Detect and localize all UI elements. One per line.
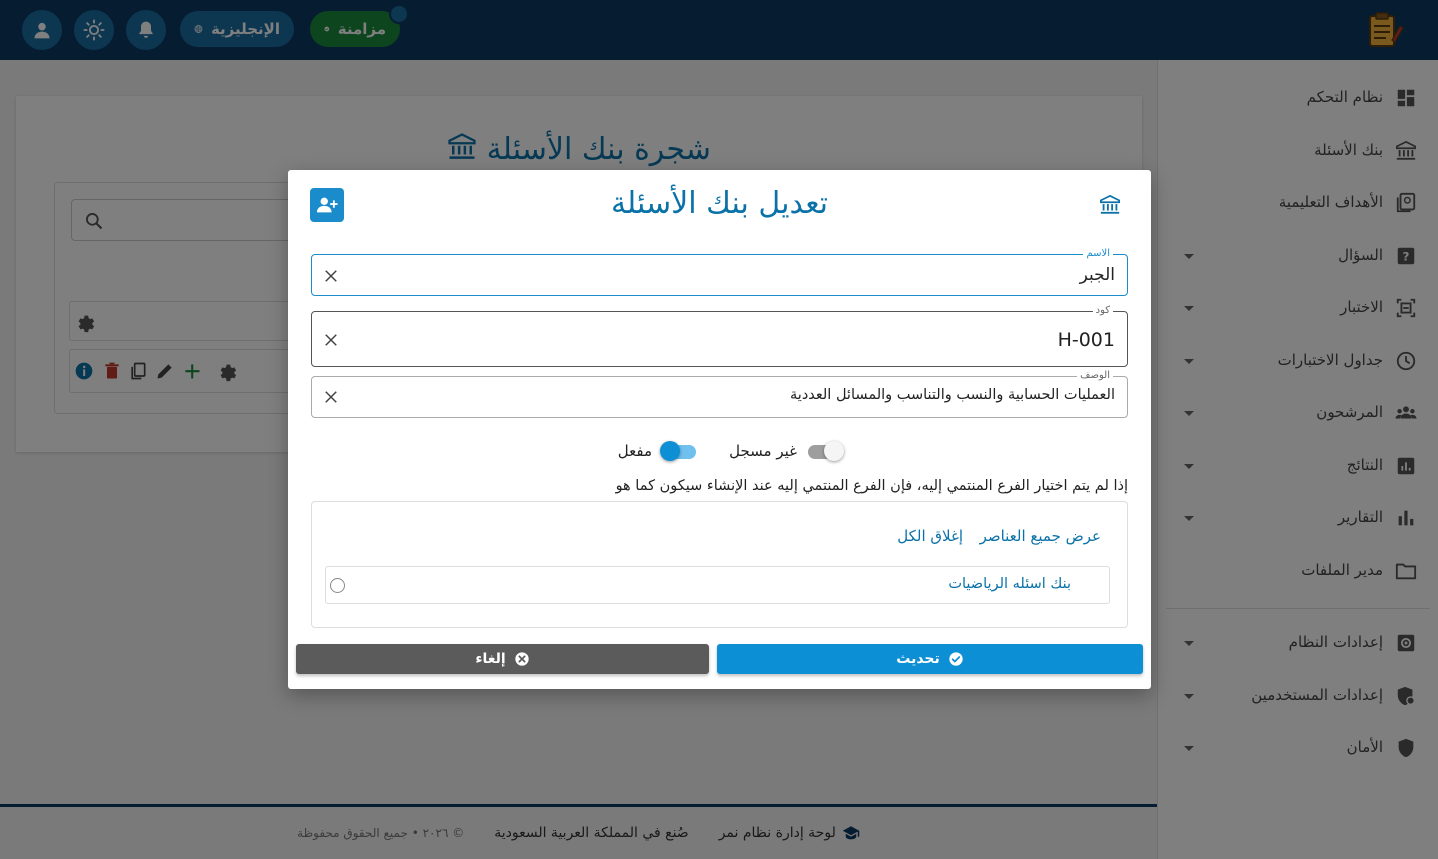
cancel-button-label: إلغاء (475, 651, 506, 667)
tree-node-label: بنك اسئله الرياضيات (948, 576, 1071, 592)
registered-toggle[interactable] (806, 440, 846, 464)
active-toggle[interactable] (658, 440, 698, 464)
description-field[interactable]: الوصف العمليات الحسابية والنسب والتناسب … (311, 370, 1128, 418)
parent-tree-box: عرض جميع العناصر إغلاق الكل بنك اسئله ال… (311, 501, 1128, 628)
collapse-all-link[interactable]: إغلاق الكل (897, 527, 963, 545)
parent-branch-hint: إذا لم يتم اختيار الفرع المنتمي إليه، فإ… (615, 478, 1128, 494)
registered-toggle-label: غير مسجل (729, 442, 797, 460)
name-field[interactable]: الاسم الجبر (311, 248, 1128, 296)
check-circle-icon (949, 652, 963, 666)
code-field-value[interactable]: H-001 (1058, 329, 1115, 351)
expand-all-link[interactable]: عرض جميع العناصر (980, 527, 1101, 545)
clear-icon[interactable] (322, 388, 340, 406)
clear-icon[interactable] (322, 267, 340, 285)
update-button[interactable]: تحديث (717, 644, 1143, 674)
description-field-label: الوصف (1077, 370, 1113, 381)
bank-icon (1100, 194, 1120, 214)
close-circle-icon (515, 652, 529, 666)
update-button-label: تحديث (896, 651, 940, 667)
cancel-button[interactable]: إلغاء (296, 644, 709, 674)
toggles-row: غير مسجل مفعل (288, 440, 1151, 464)
clear-icon[interactable] (322, 331, 340, 349)
description-field-value[interactable]: العمليات الحسابية والنسب والتناسب والمسا… (790, 387, 1115, 403)
name-field-label: الاسم (1083, 248, 1113, 259)
edit-question-bank-dialog: تعديل بنك الأسئلة الاسم الجبر كود H-001 … (288, 170, 1151, 689)
name-field-value[interactable]: الجبر (1080, 265, 1115, 285)
code-field-label: كود (1092, 305, 1113, 316)
tree-node[interactable]: بنك اسئله الرياضيات (325, 566, 1110, 604)
active-toggle-label: مفعل (617, 442, 652, 460)
tree-node-radio[interactable] (330, 578, 345, 593)
dialog-title: تعديل بنك الأسئلة (610, 186, 829, 221)
code-field[interactable]: كود H-001 (311, 305, 1128, 367)
